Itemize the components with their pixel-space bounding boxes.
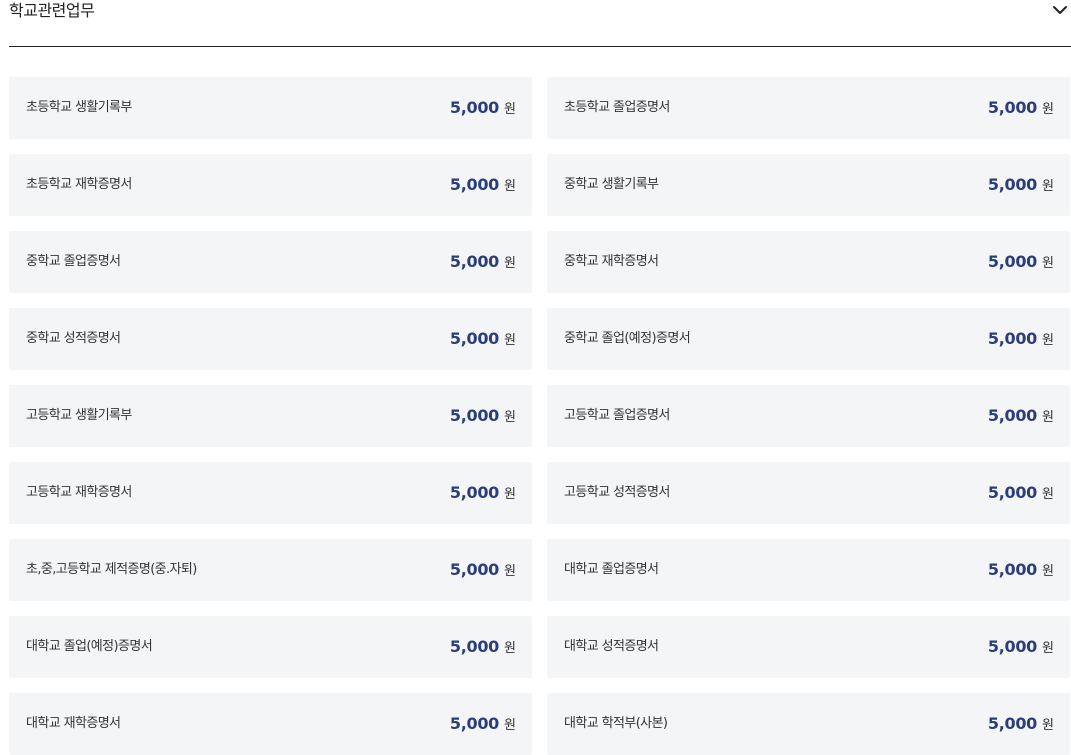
fee-item-price: 5,000 원 [450,174,516,198]
fee-item-price: 5,000 원 [988,713,1054,737]
section-title: 학교관련업무 [9,1,95,20]
fee-item-name: 대학교 성적증명서 [564,639,659,654]
fee-item-amount: 5,000 [449,560,500,579]
fee-item-amount: 5,000 [987,252,1038,271]
fee-item-amount: 5,000 [449,483,500,502]
fee-item: 대학교 성적증명서 5,000 원 [547,616,1070,678]
fee-item-unit: 원 [1042,718,1054,733]
fee-item: 대학교 졸업증명서 5,000 원 [547,539,1070,601]
fee-item-name: 초,중,고등학교 제적증명(중.자퇴) [26,562,197,577]
fee-item: 대학교 재학증명서 5,000 원 [9,693,532,755]
fee-item-price: 5,000 원 [988,559,1054,583]
fee-item-unit: 원 [504,487,516,502]
fee-item-price: 5,000 원 [988,97,1054,121]
fee-item-unit: 원 [504,102,516,117]
fee-item-name: 중학교 성적증명서 [26,331,121,346]
fee-item-name: 초등학교 생활기록부 [26,100,132,115]
fee-item-price: 5,000 원 [988,482,1054,506]
fee-item-amount: 5,000 [987,175,1038,194]
fee-item-name: 중학교 졸업(예정)증명서 [564,331,691,346]
fee-item: 초등학교 생활기록부 5,000 원 [9,77,532,139]
fee-item: 중학교 성적증명서 5,000 원 [9,308,532,370]
fee-item-price: 5,000 원 [988,328,1054,352]
fee-item-price: 5,000 원 [450,251,516,275]
fee-item-unit: 원 [504,641,516,656]
fee-item-unit: 원 [1042,102,1054,117]
fee-item: 중학교 졸업증명서 5,000 원 [9,231,532,293]
fee-item: 대학교 학적부(사본) 5,000 원 [547,693,1070,755]
fee-item-amount: 5,000 [987,406,1038,425]
fee-item-unit: 원 [1042,333,1054,348]
fee-item: 고등학교 졸업증명서 5,000 원 [547,385,1070,447]
fee-item-name: 고등학교 성적증명서 [564,485,670,500]
fee-item-name: 중학교 생활기록부 [564,177,659,192]
fee-item-name: 대학교 졸업증명서 [564,562,659,577]
fee-item-name: 고등학교 재학증명서 [26,485,132,500]
fee-item-price: 5,000 원 [988,405,1054,429]
fee-item-price: 5,000 원 [450,97,516,121]
fee-item-amount: 5,000 [449,637,500,656]
fee-item-name: 대학교 졸업(예정)증명서 [26,639,153,654]
fee-item-unit: 원 [1042,179,1054,194]
fee-item-unit: 원 [504,179,516,194]
fee-item: 초,중,고등학교 제적증명(중.자퇴) 5,000 원 [9,539,532,601]
fee-item-amount: 5,000 [449,406,500,425]
fee-item-unit: 원 [504,718,516,733]
fee-item-name: 대학교 재학증명서 [26,716,121,731]
fee-item-price: 5,000 원 [450,482,516,506]
fee-item-amount: 5,000 [987,483,1038,502]
fee-item: 초등학교 재학증명서 5,000 원 [9,154,532,216]
fee-item: 대학교 졸업(예정)증명서 5,000 원 [9,616,532,678]
fee-item-name: 중학교 재학증명서 [564,254,659,269]
fee-item-name: 초등학교 재학증명서 [26,177,132,192]
fee-item: 초등학교 졸업증명서 5,000 원 [547,77,1070,139]
chevron-down-icon[interactable] [1051,1,1069,19]
fee-item-price: 5,000 원 [450,636,516,660]
fee-item-amount: 5,000 [449,329,500,348]
fee-item-price: 5,000 원 [450,713,516,737]
fee-item-name: 고등학교 생활기록부 [26,408,132,423]
fee-item: 고등학교 성적증명서 5,000 원 [547,462,1070,524]
fee-item-unit: 원 [1042,410,1054,425]
fee-item-name: 고등학교 졸업증명서 [564,408,670,423]
fee-item-amount: 5,000 [987,560,1038,579]
fee-item-name: 대학교 학적부(사본) [564,716,668,731]
fee-item: 중학교 졸업(예정)증명서 5,000 원 [547,308,1070,370]
fee-item-unit: 원 [504,564,516,579]
fee-item-name: 중학교 졸업증명서 [26,254,121,269]
fee-item-name: 초등학교 졸업증명서 [564,100,670,115]
section-header-school-affairs[interactable]: 학교관련업무 [9,0,1071,47]
fee-item-amount: 5,000 [449,252,500,271]
fee-item-amount: 5,000 [449,175,500,194]
fee-item-amount: 5,000 [449,98,500,117]
fee-item: 고등학교 재학증명서 5,000 원 [9,462,532,524]
fee-item-unit: 원 [1042,487,1054,502]
fee-list: 초등학교 생활기록부 5,000 원 초등학교 졸업증명서 5,000 원 초등학교… [9,77,1071,755]
fee-item-unit: 원 [504,256,516,271]
fee-item-unit: 원 [504,410,516,425]
fee-item-unit: 원 [1042,641,1054,656]
fee-item-price: 5,000 원 [988,636,1054,660]
fee-item-price: 5,000 원 [450,328,516,352]
fee-item-amount: 5,000 [987,98,1038,117]
fee-item-price: 5,000 원 [988,251,1054,275]
fee-item-amount: 5,000 [987,329,1038,348]
fee-item-unit: 원 [1042,564,1054,579]
fee-item-unit: 원 [504,333,516,348]
fee-item-price: 5,000 원 [450,559,516,583]
fee-item-amount: 5,000 [449,714,500,733]
fee-item: 고등학교 생활기록부 5,000 원 [9,385,532,447]
fee-item-price: 5,000 원 [450,405,516,429]
fee-item: 중학교 재학증명서 5,000 원 [547,231,1070,293]
fee-item-unit: 원 [1042,256,1054,271]
fee-item-price: 5,000 원 [988,174,1054,198]
fee-item-amount: 5,000 [987,637,1038,656]
fee-item: 중학교 생활기록부 5,000 원 [547,154,1070,216]
fee-item-amount: 5,000 [987,714,1038,733]
